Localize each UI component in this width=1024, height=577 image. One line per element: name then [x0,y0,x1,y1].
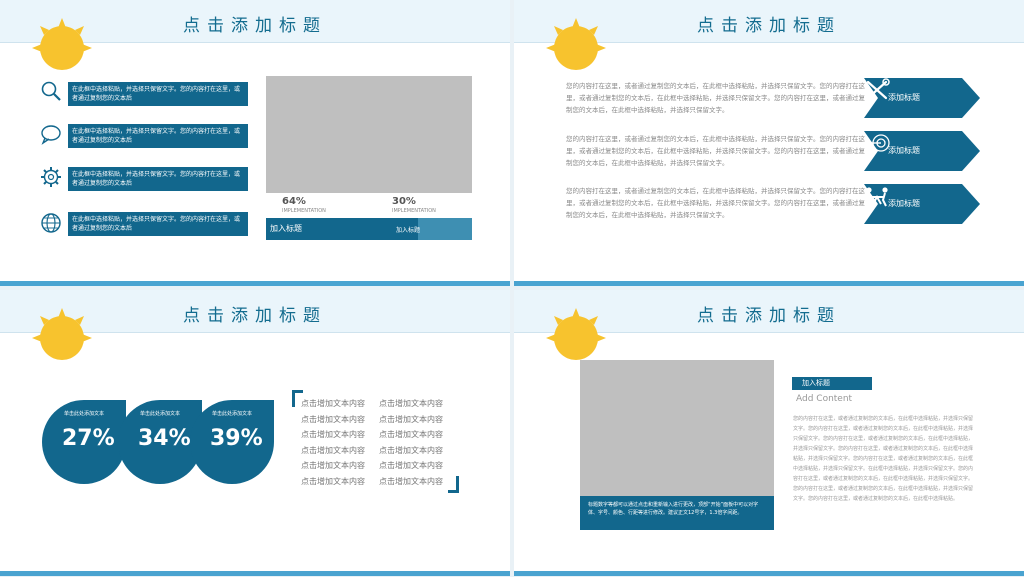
body-text[interactable]: 您的内容打在这里，或者通过复制您的文本后，在此框中选择粘贴，并选择只保留文字。您… [793,414,973,504]
stat-label: IMPLEMENTATION [282,208,326,214]
paragraph[interactable]: 您的内容打在这里，或者通过复制您的文本后，在此框中选择粘贴，并选择只保留文字。您… [566,133,866,169]
slide-4[interactable]: 点击添加标题 标题数字等都可以通过点击和重新输入进行更改，顶部“开始”面板中可以… [514,290,1024,576]
tag-label[interactable]: 加入标题 [792,377,872,390]
slide-3[interactable]: 点击添加标题 单击此处添加文本 27% 单击此处添加文本 34% 单击此处添加文… [0,290,510,576]
image-placeholder[interactable] [580,360,774,496]
list-item[interactable]: 点击增加文本内容 [301,396,381,412]
title-bar-label-small: 加入标题 [396,227,421,234]
list-item[interactable]: 点击增加文本内容 [301,412,381,428]
bottom-bar [514,281,1024,286]
stat-value: 30% [392,196,416,207]
arrow-label: 添加标题 [888,199,920,208]
feature-text-box[interactable]: 在此框中选择粘贴，并选择只保留文字。您的内容打在这里，或者通过复制您的文本后 [68,124,248,148]
percent-drop[interactable]: 单击此处添加文本 39% [190,400,274,484]
drop-label: 单击此处添加文本 [64,411,105,417]
subtitle[interactable]: Add Content [796,394,852,404]
gear-icon [41,167,61,187]
list-item[interactable]: 点击增加文本内容 [301,443,381,459]
bottom-bar [0,281,510,286]
list-item[interactable]: 点击增加文本内容 [301,474,381,490]
list-item[interactable]: 点击增加文本内容 [379,458,459,474]
list-item[interactable]: 点击增加文本内容 [379,412,459,428]
paragraph[interactable]: 您的内容打在这里，或者通过复制您的文本后，在此框中选择粘贴，并选择只保留文字。您… [566,80,866,116]
slide-2[interactable]: 点击添加标题 您的内容打在这里，或者通过复制您的文本后，在此框中选择粘贴，并选择… [514,0,1024,286]
drop-value: 27% [62,426,115,451]
list-item[interactable]: 点击增加文本内容 [301,427,381,443]
percent-drop[interactable]: 单击此处添加文本 27% [42,400,126,484]
bottom-bar [0,571,510,576]
stat-value: 64% [282,196,306,207]
slide-title[interactable]: 点击添加标题 [0,11,510,36]
drop-value: 34% [138,426,191,451]
drop-label: 单击此处添加文本 [212,411,253,417]
target-icon [865,134,890,152]
slide-title[interactable]: 点击添加标题 [514,11,1024,36]
feature-text-box[interactable]: 在此框中选择粘贴，并选择只保留文字。您的内容打在这里，或者通过复制您的文本后 [68,212,248,236]
tools-icon [866,78,890,100]
arrow-label: 添加标题 [888,146,920,155]
stat-label: IMPLEMENTATION [392,208,436,214]
list-item[interactable]: 点击增加文本内容 [379,474,459,490]
title-bar-accent [418,218,472,240]
image-caption[interactable]: 标题数字等都可以通过点击和重新输入进行更改，顶部“开始”面板中可以对字体、字号、… [580,496,774,530]
list-item[interactable]: 点击增加文本内容 [379,396,459,412]
image-placeholder[interactable] [266,76,472,193]
bottom-bar [514,571,1024,576]
title-bar-label: 加入标题 [270,224,302,233]
slide-1[interactable]: 点击添加标题 在此框中选择粘贴，并选择只保留文字。您的内容打在这里，或者通过复制… [0,0,510,286]
feature-text-box[interactable]: 在此框中选择粘贴，并选择只保留文字。您的内容打在这里，或者通过复制您的文本后 [68,82,248,106]
feature-text-box[interactable]: 在此框中选择粘贴，并选择只保留文字。您的内容打在这里，或者通过复制您的文本后 [68,167,248,191]
chat-icon [41,125,61,145]
paragraph[interactable]: 您的内容打在这里，或者通过复制您的文本后，在此框中选择粘贴，并选择只保留文字。您… [566,185,866,221]
drop-label: 单击此处添加文本 [140,411,181,417]
slide-title[interactable]: 点击添加标题 [0,301,510,326]
list-item[interactable]: 点击增加文本内容 [301,458,381,474]
list-item[interactable]: 点击增加文本内容 [379,427,459,443]
drop-value: 39% [210,426,263,451]
search-icon [41,81,61,101]
teamwork-icon [866,187,888,207]
globe-icon [41,213,61,233]
bracket-bottom-right [448,476,459,493]
arrow-label: 添加标题 [888,93,920,102]
text-list[interactable]: 点击增加文本内容 点击增加文本内容 点击增加文本内容 点击增加文本内容 点击增加… [379,396,459,489]
title-bar[interactable]: 加入标题 加入标题 [266,218,472,240]
slide-title[interactable]: 点击添加标题 [514,301,1024,326]
text-list[interactable]: 点击增加文本内容 点击增加文本内容 点击增加文本内容 点击增加文本内容 点击增加… [301,396,381,489]
arrow-title-shape[interactable]: 添加标题 [864,78,980,118]
arrow-title-shape[interactable]: 添加标题 [864,184,980,224]
list-item[interactable]: 点击增加文本内容 [379,443,459,459]
arrow-title-shape[interactable]: 添加标题 [864,131,980,171]
